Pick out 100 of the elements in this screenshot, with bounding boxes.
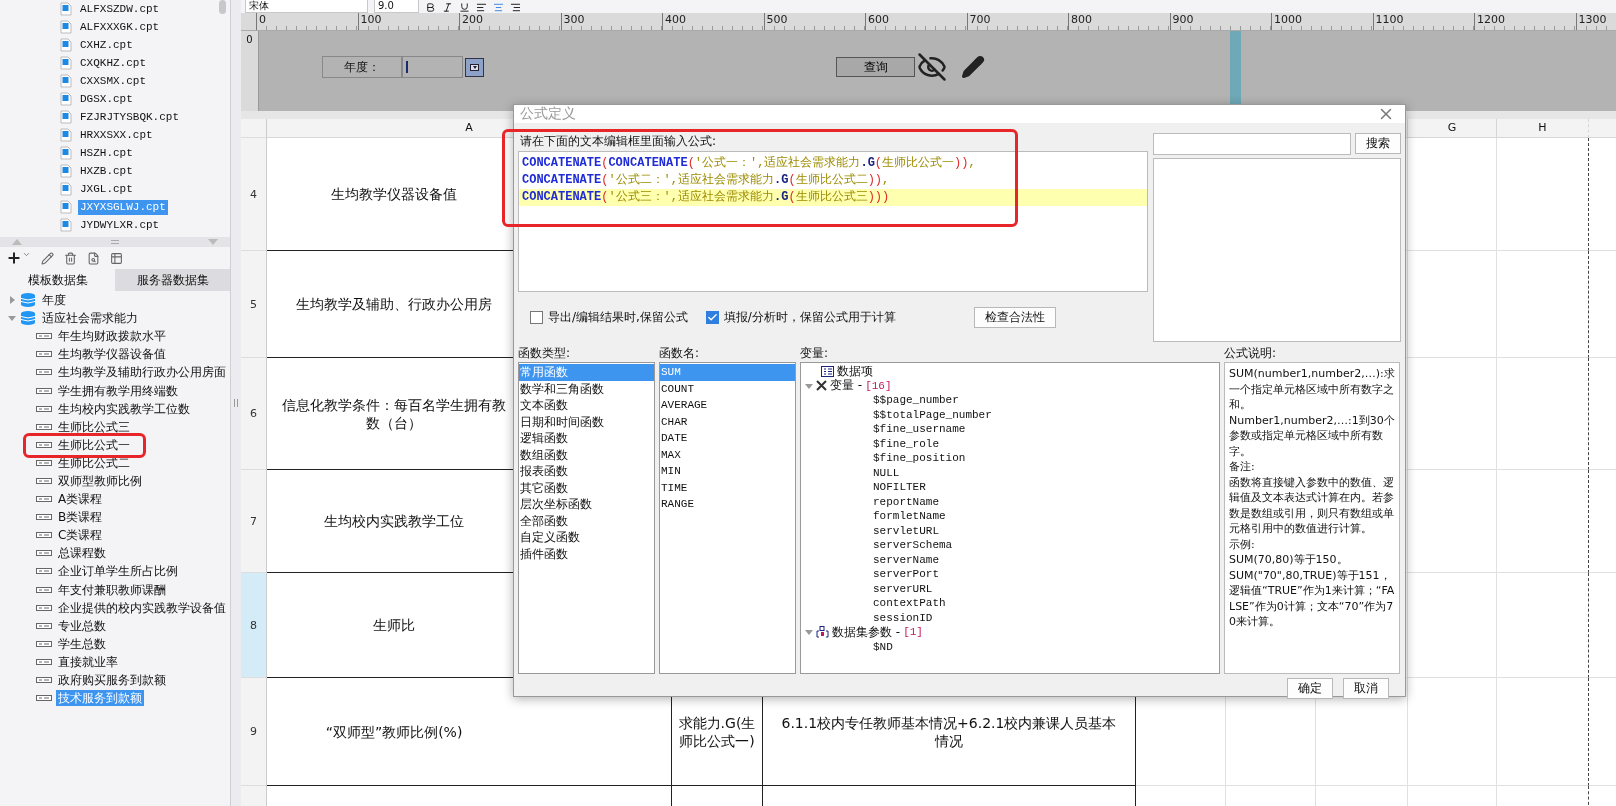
variable-item[interactable]: sessionID: [873, 611, 933, 624]
field-item[interactable]: 生均教学仪器设备值: [56, 346, 168, 363]
variable-item[interactable]: $fine_position: [873, 452, 966, 465]
field-item[interactable]: 年生均财政拨款水平: [56, 328, 168, 345]
type-item[interactable]: 数学和三角函数: [519, 380, 654, 397]
column-header[interactable]: G: [1408, 119, 1497, 138]
cancel-button[interactable]: 取消: [1343, 677, 1389, 699]
type-item[interactable]: 插件函数: [519, 545, 654, 562]
variable-item[interactable]: $$totalPage_number: [873, 408, 992, 421]
variable-item[interactable]: $fine_role: [873, 437, 939, 450]
field-item[interactable]: 专业总数: [56, 617, 108, 634]
field-item[interactable]: 学生总数: [56, 635, 108, 652]
expand-toggle-icon[interactable]: [8, 296, 16, 305]
search-field[interactable]: [1153, 133, 1351, 155]
field-item[interactable]: 生师比公式三: [56, 418, 132, 435]
type-item[interactable]: 全部函数: [519, 512, 654, 529]
variable-item[interactable]: reportName: [873, 495, 939, 508]
file-item[interactable]: ALFXXXGK.cpt: [78, 19, 162, 35]
file-item[interactable]: CXXSMX.cpt: [78, 73, 148, 89]
variable-group[interactable]: 数据集参数 -: [832, 623, 901, 641]
font-field[interactable]: 宋体: [245, 0, 368, 13]
field-item[interactable]: 生均教学及辅助行政办公用房面: [56, 364, 228, 381]
font-size-field[interactable]: 9.0: [374, 0, 419, 13]
delete-icon[interactable]: [64, 251, 77, 265]
file-item[interactable]: DGSX.cpt: [78, 91, 135, 107]
row-header[interactable]: 7: [241, 470, 267, 573]
type-item[interactable]: 文本函数: [519, 397, 654, 414]
type-item[interactable]: 逻辑函数: [519, 430, 654, 447]
search-button[interactable]: 搜索: [1355, 133, 1401, 154]
variable-group[interactable]: 数据项: [837, 363, 873, 380]
variable-item[interactable]: NULL: [873, 466, 900, 479]
resize-grip-icon[interactable]: [234, 399, 238, 407]
variable-item[interactable]: serverURL: [873, 582, 933, 595]
type-item[interactable]: 自定义函数: [519, 529, 654, 546]
variable-item[interactable]: NOFILTER: [873, 481, 926, 494]
expand-toggle-icon[interactable]: [805, 628, 813, 637]
file-item[interactable]: HRXXSXX.cpt: [78, 127, 155, 143]
file-item[interactable]: JYDWYLXR.cpt: [78, 217, 162, 233]
add-icon[interactable]: [6, 250, 31, 266]
align-left-icon[interactable]: [476, 2, 487, 13]
field-item[interactable]: 直接就业率: [56, 653, 120, 670]
field-item[interactable]: 总课程数: [56, 545, 108, 562]
file-item[interactable]: CXQKHZ.cpt: [78, 55, 148, 71]
field-item[interactable]: B类课程: [56, 509, 105, 526]
variable-item[interactable]: serverPort: [873, 568, 939, 581]
corner-cell[interactable]: [241, 119, 267, 138]
file-item[interactable]: JXGL.cpt: [78, 181, 135, 197]
variable-item[interactable]: serverName: [873, 553, 939, 566]
file-item[interactable]: FZJRJTYSBQK.cpt: [78, 109, 182, 125]
variable-group[interactable]: 变量 -: [830, 377, 863, 395]
field-item[interactable]: 政府购买服务到款额: [56, 672, 168, 688]
file-item[interactable]: HSZH.cpt: [78, 145, 135, 161]
field-item[interactable]: C类课程: [56, 527, 105, 544]
type-item[interactable]: 数组函数: [519, 446, 654, 463]
row-header[interactable]: 6: [241, 358, 267, 470]
align-right-icon[interactable]: [510, 2, 521, 13]
column-header[interactable]: H: [1497, 119, 1589, 138]
dropdown-button[interactable]: [465, 57, 484, 77]
field-item[interactable]: 企业提供的校内实践教学设备值: [56, 599, 228, 616]
type-item[interactable]: 日期和时间函数: [519, 413, 654, 430]
variable-item[interactable]: serverSchema: [873, 539, 953, 552]
expand-toggle-icon[interactable]: [805, 381, 813, 390]
file-item[interactable]: HXZB.cpt: [78, 163, 135, 179]
variable-item[interactable]: formletName: [873, 510, 946, 523]
edit-icon[interactable]: [41, 251, 54, 265]
hidden-eye-icon[interactable]: [917, 52, 947, 82]
field-item[interactable]: 企业订单学生所占比例: [56, 563, 180, 580]
variable-item[interactable]: $ND: [873, 640, 893, 653]
bold-icon[interactable]: [425, 2, 436, 13]
italic-icon[interactable]: [442, 2, 453, 13]
row-header[interactable]: 4: [241, 138, 267, 251]
variable-item[interactable]: $fine_username: [873, 423, 966, 436]
checkbox[interactable]: [705, 310, 719, 324]
underline-icon[interactable]: [459, 2, 470, 13]
validate-button[interactable]: 检查合法性: [973, 306, 1056, 328]
ok-button[interactable]: 确定: [1287, 677, 1333, 699]
variable-item[interactable]: contextPath: [873, 597, 946, 610]
year-field[interactable]: [402, 56, 463, 78]
scrollbar-thumb[interactable]: [219, 0, 226, 14]
type-item[interactable]: 其它函数: [519, 479, 654, 496]
dataset-item[interactable]: 年度: [40, 292, 68, 309]
file-item[interactable]: ALFXSZDW.cpt: [78, 1, 162, 17]
file-item[interactable]: CXHZ.cpt: [78, 37, 135, 53]
formula-editor[interactable]: CONCATENATE(CONCATENATE('公式一：',适应社会需求能力.G(生师比公式一)), CONCATENATE('公式二：',适应社会需求能力.G(生师比公式二)), CONCATENATE('公式三：',适应社会需求能力.G(生师比公式三))): [518, 151, 1148, 292]
splitter-grip-icon[interactable]: [111, 240, 119, 244]
edit-icon[interactable]: [961, 55, 985, 79]
row-header[interactable]: 9: [241, 678, 267, 786]
align-center-icon[interactable]: [493, 2, 504, 13]
dataset-item[interactable]: 适应社会需求能力: [40, 310, 140, 327]
field-item[interactable]: 双师型教师比例: [56, 473, 144, 489]
variable-item[interactable]: servletURL: [873, 524, 939, 537]
field-item[interactable]: 年支付兼职教师课酬: [56, 581, 168, 598]
field-item[interactable]: 生师比公式一: [56, 436, 132, 453]
preview-icon[interactable]: [87, 251, 100, 265]
table-icon[interactable]: [110, 251, 123, 265]
checkbox[interactable]: [530, 310, 543, 324]
expand-toggle-icon[interactable]: [8, 314, 16, 323]
field-item[interactable]: 生均校内实践教学工位数: [56, 400, 192, 417]
field-item[interactable]: A类课程: [56, 491, 105, 508]
row-header[interactable]: 5: [241, 251, 267, 358]
